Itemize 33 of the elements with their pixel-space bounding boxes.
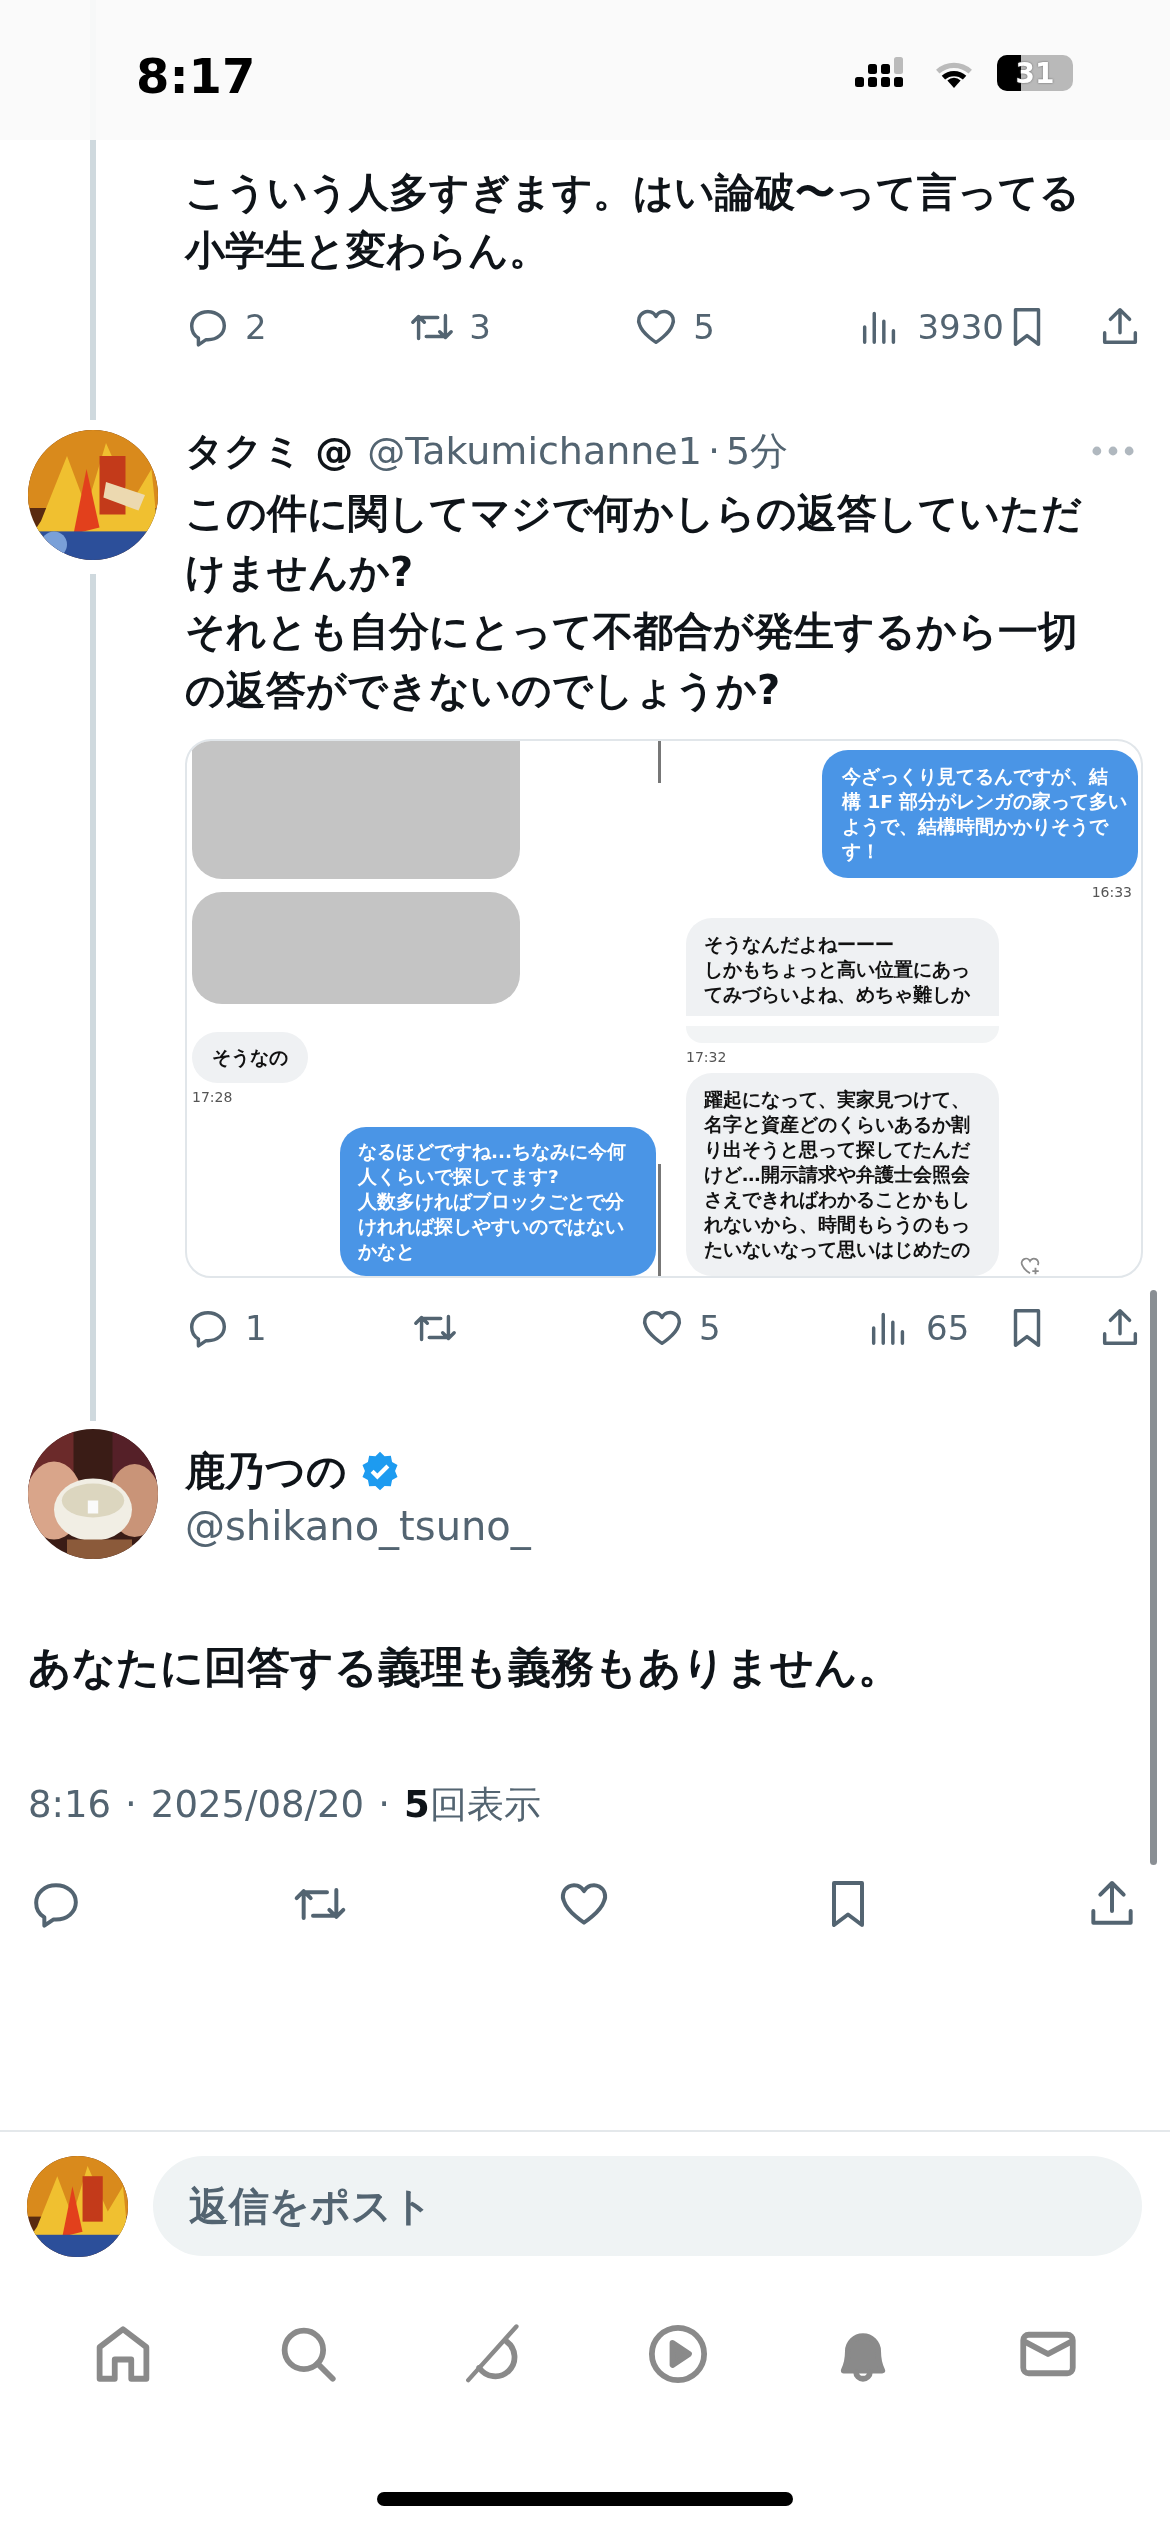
reply-button[interactable]: 2: [185, 297, 410, 357]
display-name[interactable]: 鹿乃つの: [185, 1443, 347, 1499]
post-time: 8:16: [28, 1782, 112, 1828]
clock: 8:17: [136, 48, 256, 104]
repost-button[interactable]: 3: [409, 297, 634, 357]
views-button[interactable]: 65: [866, 1298, 1004, 1358]
chat-bubble: なるほどですね...ちなみに今何 人くらいで探してます? 人数多ければブロックごとで分 けれれば探しやすいのではない かなと: [340, 1127, 656, 1276]
timestamp: 17:32: [686, 1049, 727, 1065]
view-count: 5回表示: [403, 1782, 541, 1828]
post-text: あなたに回答する義理も義務もありません。: [28, 1641, 902, 1694]
post-text: この件に関してマジで何かしらの返答していただ けませんか? それとも自分にとって不都合が発生するから一切 の返答ができないのでしょうか?: [185, 489, 1083, 715]
timestamp: 17:28: [192, 1089, 234, 1105]
separator-dot: ·: [125, 1782, 137, 1828]
reply-field[interactable]: 返信をポスト: [153, 2156, 1142, 2256]
user-handle[interactable]: @Takumichanne1: [367, 429, 702, 473]
like-button[interactable]: 5: [633, 297, 858, 357]
display-name[interactable]: タクミ @: [185, 425, 354, 477]
chat-bubble: そうなんだよねーーー しかもちょっと高い位置にあっ てみづらいよね、めちゃ難しか: [686, 918, 999, 1017]
user-handle[interactable]: @shikano_tsuno_: [185, 1501, 531, 1551]
separator-dot: ·: [378, 1782, 390, 1828]
chat-bubble: そうなの: [192, 1032, 308, 1083]
chat-screenshot[interactable]: [185, 739, 1143, 1278]
chat-bubble: 今ざっくり見てるんですが、結 構 1F 部分がレンガの家って多い ようで、結構時間かかりそうで す！: [822, 750, 1138, 878]
timestamp: 16:33: [1091, 884, 1132, 900]
heart-plus-icon: [1019, 1255, 1041, 1276]
reply-button[interactable]: 1: [185, 1298, 412, 1358]
views-button[interactable]: 3930: [857, 297, 1004, 357]
chat-bubble: 躍起になって、実家見つけて、 名字と資産どのくらいあるか割 り出そうと思って探してたんだ けど…開示請求や弁護士会照会 さえできればわかることかもし れないから、時間もらうのもっ たいないなって思いはじめたの: [686, 1073, 999, 1276]
separator-dot: ·: [707, 429, 721, 473]
post-time: 5分: [726, 427, 789, 475]
post-date: 2025/08/20: [150, 1782, 365, 1828]
like-button[interactable]: 5: [639, 1298, 866, 1358]
post-text: こういう人多すぎます。はい論破〜って言ってる 小学生と変わらん。: [185, 168, 1081, 275]
